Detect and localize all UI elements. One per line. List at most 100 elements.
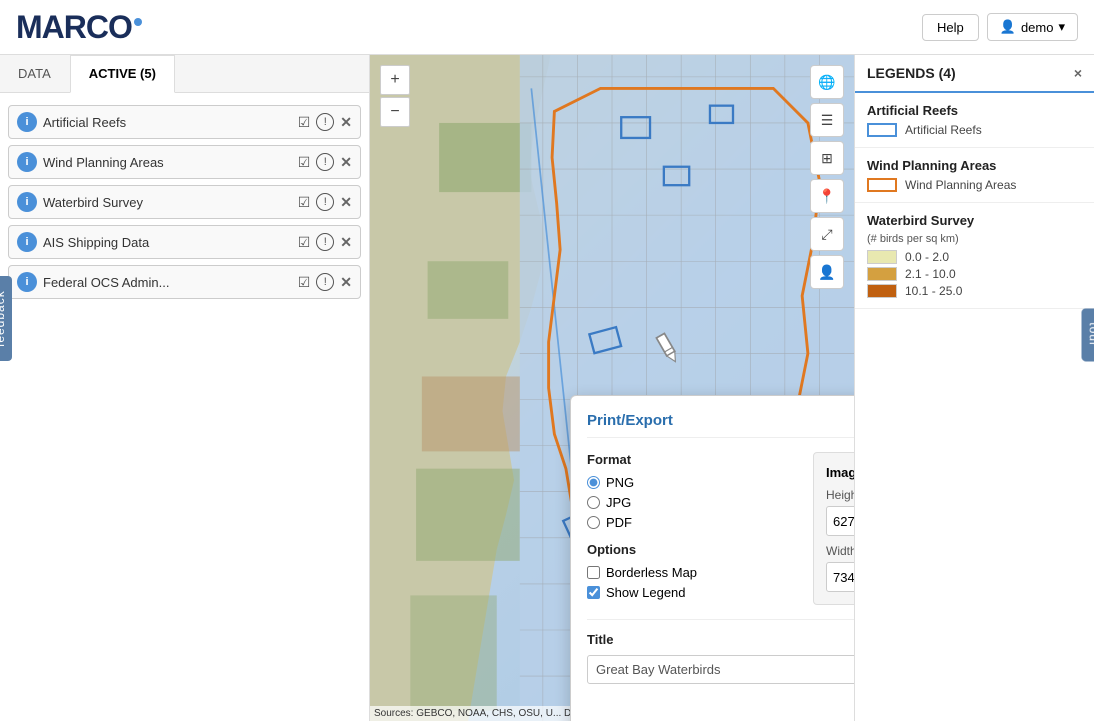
exclaim-icon-wind-planning[interactable]: ! — [316, 153, 334, 171]
print-export-dialog: Print/Export Format PNG JPG PDF — [570, 395, 854, 721]
check-icon-federal-ocs[interactable]: ☑ — [298, 274, 311, 291]
legends-panel: LEGENDS (4) × Artificial Reefs Artificia… — [854, 55, 1094, 721]
width-label: Width (pixels) — [826, 544, 854, 558]
zoom-in-button[interactable]: + — [380, 65, 410, 95]
format-png-label: PNG — [606, 475, 634, 490]
tab-active[interactable]: ACTIVE (5) — [70, 55, 175, 93]
close-icon-artificial-reefs[interactable]: ✕ — [340, 114, 352, 131]
dialog-body: Format PNG JPG PDF Options — [587, 452, 854, 605]
check-icon-waterbird-survey[interactable]: ☑ — [298, 194, 311, 211]
header: MARCO Help 👤 demo ▾ — [0, 0, 1094, 55]
map-area[interactable]: + − 🌐 ☰ ⊞ 📍 ⤢ 👤 Sourc — [370, 55, 854, 721]
close-icon-federal-ocs[interactable]: ✕ — [340, 274, 352, 291]
width-input-wrap: ▲ ▼ — [826, 562, 854, 592]
help-button[interactable]: Help — [922, 14, 979, 41]
left-panel: DATA ACTIVE (5) i Artificial Reefs ☑ ! ✕… — [0, 55, 370, 721]
layer-item-waterbird-survey: i Waterbird Survey ☑ ! ✕ — [8, 185, 361, 219]
legend-waterbird-label-1: 0.0 - 2.0 — [905, 250, 949, 264]
legends-close-button[interactable]: × — [1074, 65, 1082, 81]
format-jpg-label: JPG — [606, 495, 631, 510]
legend-waterbird-item-1: 0.0 - 2.0 — [867, 250, 1082, 264]
legend-waterbird-subtitle: (# birds per sq km) — [867, 233, 1082, 245]
format-jpg-row[interactable]: JPG — [587, 495, 793, 510]
borderless-map-checkbox[interactable] — [587, 566, 600, 579]
show-legend-checkbox[interactable] — [587, 586, 600, 599]
legend-wind-item: Wind Planning Areas — [867, 178, 1082, 192]
pin-button[interactable]: 📍 — [810, 179, 844, 213]
dialog-footer: cancel export — [587, 698, 854, 721]
exclaim-icon-federal-ocs[interactable]: ! — [316, 273, 334, 291]
layer-name-artificial-reefs: Artificial Reefs — [43, 115, 292, 130]
layer-item-wind-planning: i Wind Planning Areas ☑ ! ✕ — [8, 145, 361, 179]
legend-waterbird-title: Waterbird Survey — [867, 213, 1082, 228]
format-png-radio[interactable] — [587, 476, 600, 489]
legend-waterbird-item-3: 10.1 - 25.0 — [867, 284, 1082, 298]
close-icon-wind-planning[interactable]: ✕ — [340, 154, 352, 171]
user-icon: 👤 — [1000, 19, 1016, 35]
pin-icon: 📍 — [818, 188, 835, 205]
check-icon-ais-shipping[interactable]: ☑ — [298, 234, 311, 251]
title-input[interactable] — [587, 655, 854, 684]
format-pdf-row[interactable]: PDF — [587, 515, 793, 530]
exclaim-icon-artificial-reefs[interactable]: ! — [316, 113, 334, 131]
check-icon-artificial-reefs[interactable]: ☑ — [298, 114, 311, 131]
info-icon-federal-ocs[interactable]: i — [17, 272, 37, 292]
info-icon-wind-planning[interactable]: i — [17, 152, 37, 172]
dialog-title: Print/Export — [587, 412, 854, 438]
format-jpg-radio[interactable] — [587, 496, 600, 509]
zoom-out-button[interactable]: − — [380, 97, 410, 127]
legend-reef-label: Artificial Reefs — [905, 123, 982, 137]
exclaim-icon-ais-shipping[interactable]: ! — [316, 233, 334, 251]
expand-button[interactable]: ⤢ — [810, 217, 844, 251]
legend-waterbird-label-3: 10.1 - 25.0 — [905, 284, 962, 298]
layer-item-artificial-reefs: i Artificial Reefs ☑ ! ✕ — [8, 105, 361, 139]
width-input[interactable] — [827, 566, 854, 589]
height-input[interactable] — [827, 510, 854, 533]
format-pdf-radio[interactable] — [587, 516, 600, 529]
legend-waterbird-swatch-2 — [867, 267, 897, 281]
legend-wind-label: Wind Planning Areas — [905, 178, 1016, 192]
borderless-map-row[interactable]: Borderless Map — [587, 565, 793, 580]
legend-waterbird: Waterbird Survey (# birds per sq km) 0.0… — [855, 203, 1094, 309]
info-icon-ais-shipping[interactable]: i — [17, 232, 37, 252]
globe-button[interactable]: 🌐 — [810, 65, 844, 99]
legend-artificial-reefs-item: Artificial Reefs — [867, 123, 1082, 137]
legends-header: LEGENDS (4) × — [855, 55, 1094, 93]
format-png-row[interactable]: PNG — [587, 475, 793, 490]
layer-name-wind-planning: Wind Planning Areas — [43, 155, 292, 170]
layer-item-federal-ocs: i Federal OCS Admin... ☑ ! ✕ — [8, 265, 361, 299]
height-label: Height (pixels) — [826, 488, 854, 502]
layer-name-ais-shipping: AIS Shipping Data — [43, 235, 292, 250]
check-icon-wind-planning[interactable]: ☑ — [298, 154, 311, 171]
info-icon-waterbird-survey[interactable]: i — [17, 192, 37, 212]
list-icon: ☰ — [821, 112, 834, 129]
feedback-tab[interactable]: feedback — [0, 276, 12, 361]
grid-layers-button[interactable]: ⊞ — [810, 141, 844, 175]
layer-item-ais-shipping: i AIS Shipping Data ☑ ! ✕ — [8, 225, 361, 259]
show-legend-label: Show Legend — [606, 585, 686, 600]
info-icon-artificial-reefs[interactable]: i — [17, 112, 37, 132]
layers-list-button[interactable]: ☰ — [810, 103, 844, 137]
show-legend-row[interactable]: Show Legend — [587, 585, 793, 600]
main-layout: DATA ACTIVE (5) i Artificial Reefs ☑ ! ✕… — [0, 55, 1094, 721]
legend-wind-planning-title: Wind Planning Areas — [867, 158, 1082, 173]
close-icon-ais-shipping[interactable]: ✕ — [340, 234, 352, 251]
dialog-left-section: Format PNG JPG PDF Options — [587, 452, 793, 605]
user-layers-button[interactable]: 👤 — [810, 255, 844, 289]
legend-reef-swatch — [867, 123, 897, 137]
legend-wind-swatch — [867, 178, 897, 192]
layer-name-waterbird-survey: Waterbird Survey — [43, 195, 292, 210]
legend-artificial-reefs: Artificial Reefs Artificial Reefs — [855, 93, 1094, 148]
tab-data[interactable]: DATA — [0, 55, 70, 92]
demo-button[interactable]: 👤 demo ▾ — [987, 13, 1078, 41]
map-zoom-controls: + − — [380, 65, 410, 127]
layer-list: i Artificial Reefs ☑ ! ✕ i Wind Planning… — [0, 93, 369, 311]
map-right-controls: 🌐 ☰ ⊞ 📍 ⤢ 👤 — [810, 65, 844, 289]
close-icon-waterbird-survey[interactable]: ✕ — [340, 194, 352, 211]
borderless-map-label: Borderless Map — [606, 565, 697, 580]
tour-tab[interactable]: tour — [1082, 308, 1094, 361]
chevron-down-icon: ▾ — [1058, 19, 1065, 35]
exclaim-icon-waterbird-survey[interactable]: ! — [316, 193, 334, 211]
legend-wind-planning: Wind Planning Areas Wind Planning Areas — [855, 148, 1094, 203]
tabs: DATA ACTIVE (5) — [0, 55, 369, 93]
